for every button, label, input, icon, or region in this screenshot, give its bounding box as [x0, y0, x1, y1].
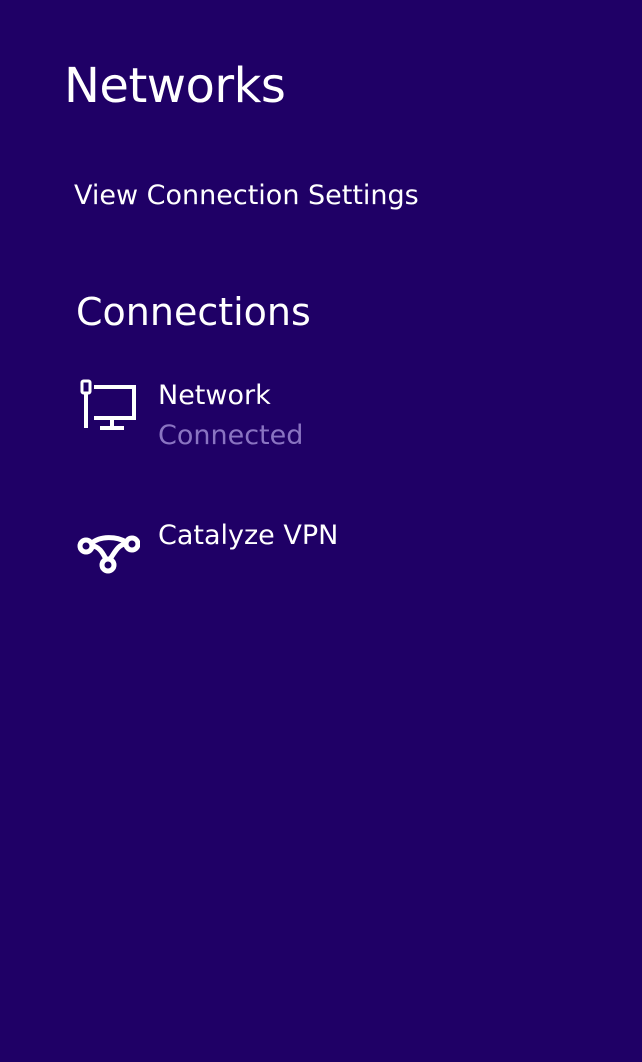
connection-name: Catalyze VPN	[158, 520, 339, 551]
connection-name: Network	[158, 380, 271, 411]
wired-network-icon	[76, 378, 140, 434]
pane-title: Networks	[64, 58, 286, 114]
connection-item-vpn[interactable]: Catalyze VPN	[76, 514, 596, 578]
connection-status: Connected	[158, 420, 304, 451]
connection-item-network[interactable]: Network Connected	[76, 374, 596, 460]
connections-heading: Connections	[76, 290, 311, 334]
vpn-icon	[76, 518, 140, 574]
view-connection-settings-link[interactable]: View Connection Settings	[74, 176, 419, 216]
